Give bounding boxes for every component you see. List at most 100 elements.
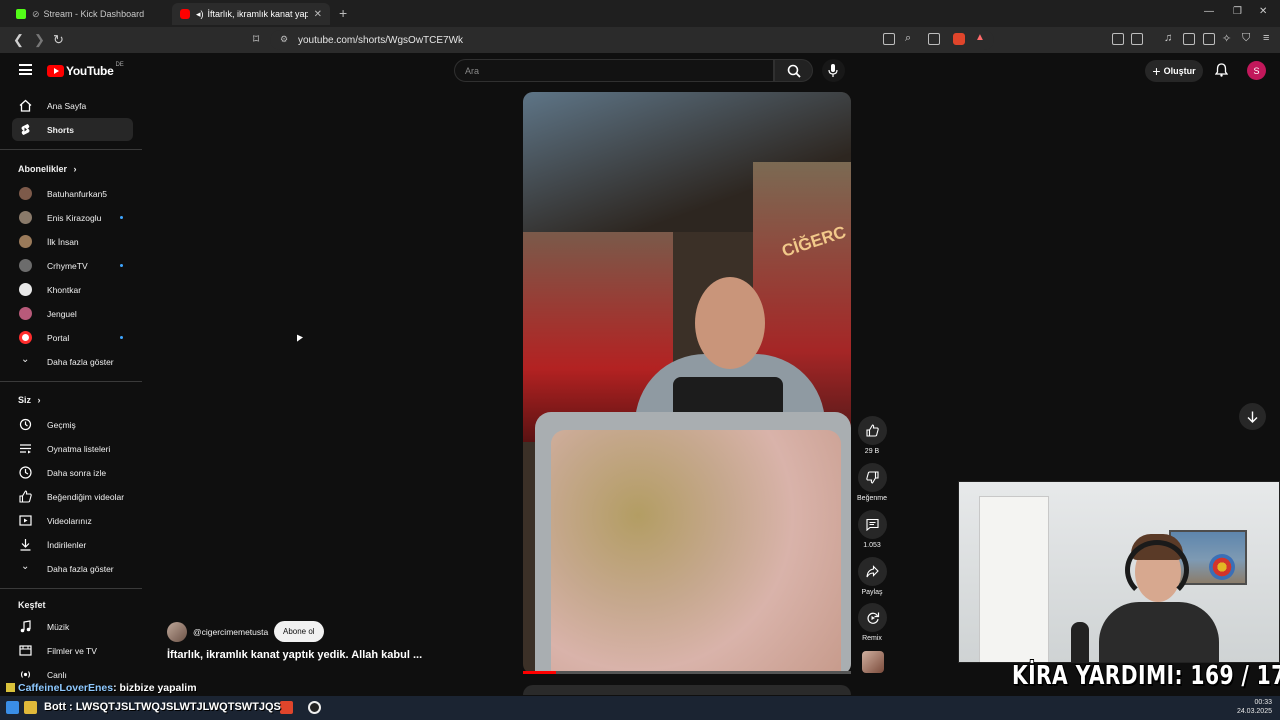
chevron-right-icon: › [37, 395, 41, 405]
next-short-button[interactable] [1239, 403, 1266, 430]
kira-value: 169 / 170 [1190, 661, 1280, 691]
sidebar-item-subscription[interactable]: Batuhanfurkan5 [12, 182, 133, 205]
search-input[interactable]: Ara [454, 59, 774, 82]
webcam-person-shirt [1099, 602, 1219, 662]
video-progress-fill [523, 671, 556, 674]
obs-icon[interactable] [308, 701, 321, 714]
sidebar-item-subscription[interactable]: Portal [12, 326, 133, 349]
short-video-player[interactable]: CİĞERC [523, 92, 851, 674]
create-button[interactable]: + Oluştur [1145, 60, 1203, 82]
sidebar-item-subscription[interactable]: Jenguel [12, 302, 133, 325]
show-more-subscriptions[interactable]: ⌄ Daha fazla göster [12, 350, 133, 373]
brave-shield-icon[interactable] [953, 33, 965, 45]
sidebar-item-home[interactable]: Ana Sayfa [12, 94, 133, 117]
sidebar-item-shorts[interactable]: Shorts [12, 118, 133, 141]
show-more-you[interactable]: ⌄ Daha fazla göster [12, 557, 133, 580]
system-clock[interactable]: 00:33 24.03.2025 [1237, 698, 1272, 716]
subscribe-button[interactable]: Abone ol [274, 621, 324, 642]
url-text: youtube.com/shorts/WgsOwTCE7Wk [298, 34, 464, 46]
sidebar-toggle-icon[interactable] [1183, 33, 1195, 45]
channel-name: CrhymeTV [47, 260, 88, 271]
channel-avatar [19, 235, 32, 248]
rewards-icon[interactable]: ▲ [975, 32, 985, 43]
create-label: Oluştur [1163, 66, 1196, 76]
downloads-icon[interactable] [1203, 33, 1215, 45]
share-page-icon[interactable] [928, 33, 940, 45]
channel-avatar [19, 187, 32, 200]
channel-handle[interactable]: @cigercimemetusta [193, 627, 268, 637]
remix-button[interactable] [858, 603, 887, 632]
chat-overlay-message: CaffeineLoverEnes: bizbize yapalim [6, 682, 197, 694]
close-window-icon[interactable]: ✕ [1259, 6, 1267, 17]
dislike-button[interactable] [858, 463, 887, 492]
hamburger-menu-icon[interactable] [19, 64, 32, 75]
bookmark-icon[interactable]: ⌑ [253, 32, 259, 46]
brave-browser-icon[interactable] [280, 701, 293, 714]
like-button[interactable] [858, 416, 887, 445]
zoom-icon[interactable]: ⌕ [905, 32, 911, 45]
start-icon[interactable] [6, 701, 19, 714]
chevron-down-icon: ⌄ [21, 561, 30, 572]
file-explorer-icon[interactable] [24, 701, 37, 714]
wallet-icon[interactable] [1131, 33, 1143, 45]
sidebar-item-subscription[interactable]: İlk İnsan [12, 230, 133, 253]
channel-name: İlk İnsan [47, 236, 79, 247]
sidebar-item-watch-later[interactable]: Daha sonra izle [12, 461, 133, 484]
sound-thumbnail[interactable] [862, 651, 884, 673]
sidebar-item-label: Müzik [47, 621, 70, 632]
channel-avatar[interactable] [167, 622, 187, 642]
reload-icon[interactable]: ↻ [53, 32, 64, 48]
sidebar-item-downloads[interactable]: İndirilenler [12, 533, 133, 556]
next-short-preview[interactable] [523, 685, 851, 695]
shorts-icon [21, 124, 30, 135]
media-icon[interactable]: ♫ [1164, 32, 1172, 44]
channel-avatar [19, 259, 32, 272]
comments-button[interactable] [858, 510, 887, 539]
sidebar-item-subscription[interactable]: Khontkar [12, 278, 133, 301]
tab-title: Stream - Kick Dashboard [43, 9, 145, 19]
browser-menu-icon[interactable]: ≡ [1263, 32, 1269, 44]
minimize-icon[interactable]: — [1204, 6, 1214, 17]
chevron-right-icon: › [73, 164, 77, 174]
voice-search-button[interactable] [822, 59, 845, 82]
video-progress-bar[interactable] [523, 671, 851, 674]
close-tab-icon[interactable]: ✕ [314, 9, 322, 20]
account-avatar[interactable]: S [1247, 61, 1266, 80]
thumbs-down-icon [866, 471, 879, 484]
cast-icon[interactable] [883, 33, 895, 45]
chat-text: : bizbize yapalim [113, 682, 197, 694]
youtube-logo[interactable]: YouTube DE [47, 62, 124, 78]
sidebar-item-subscription[interactable]: Enis Kirazoglu [12, 206, 133, 229]
forward-icon[interactable]: ❯ [34, 32, 45, 48]
sidebar-item-label: Shorts [47, 124, 74, 135]
sidebar-item-your-videos[interactable]: Videolarınız [12, 509, 133, 532]
webcam-door [979, 496, 1049, 662]
sidebar-item-movies-tv[interactable]: Filmler ve TV [12, 639, 133, 662]
sidebar-item-music[interactable]: Müzik [12, 615, 133, 638]
share-button[interactable] [858, 557, 887, 586]
playlist-icon [20, 444, 31, 454]
subscriptions-heading[interactable]: Abonelikler › [18, 164, 77, 174]
sidebar-item-liked-videos[interactable]: Beğendiğim videolar [12, 485, 133, 508]
new-content-dot [120, 264, 123, 267]
notifications-bell-icon[interactable] [1215, 63, 1228, 77]
site-info-icon[interactable]: ⚙ [280, 34, 288, 45]
you-heading[interactable]: Siz › [18, 395, 41, 405]
back-icon[interactable]: ❮ [13, 32, 24, 48]
channel-avatar [19, 331, 32, 344]
sidebar-item-label: Videolarınız [47, 515, 92, 526]
video-icon [19, 515, 32, 526]
sidebar-item-playlists[interactable]: Oynatma listeleri [12, 437, 133, 460]
extensions-icon[interactable] [1112, 33, 1124, 45]
sidebar-item-subscription[interactable]: CrhymeTV [12, 254, 133, 277]
tab-youtube-short[interactable]: ◂) İftarlık, ikramlık kanat yaptık ✕ [172, 3, 330, 25]
sidebar-divider [0, 588, 142, 589]
vpn-icon[interactable]: ⛉ [1242, 32, 1250, 45]
leo-icon[interactable]: ✧ [1222, 32, 1231, 45]
restore-icon[interactable]: ❐ [1233, 6, 1242, 17]
channel-avatar [19, 211, 32, 224]
tab-kick-dashboard[interactable]: ⊘ Stream - Kick Dashboard [8, 3, 170, 25]
sidebar-item-history[interactable]: Geçmiş [12, 413, 133, 436]
new-tab-button[interactable]: + [339, 5, 347, 21]
search-button[interactable] [774, 59, 813, 82]
